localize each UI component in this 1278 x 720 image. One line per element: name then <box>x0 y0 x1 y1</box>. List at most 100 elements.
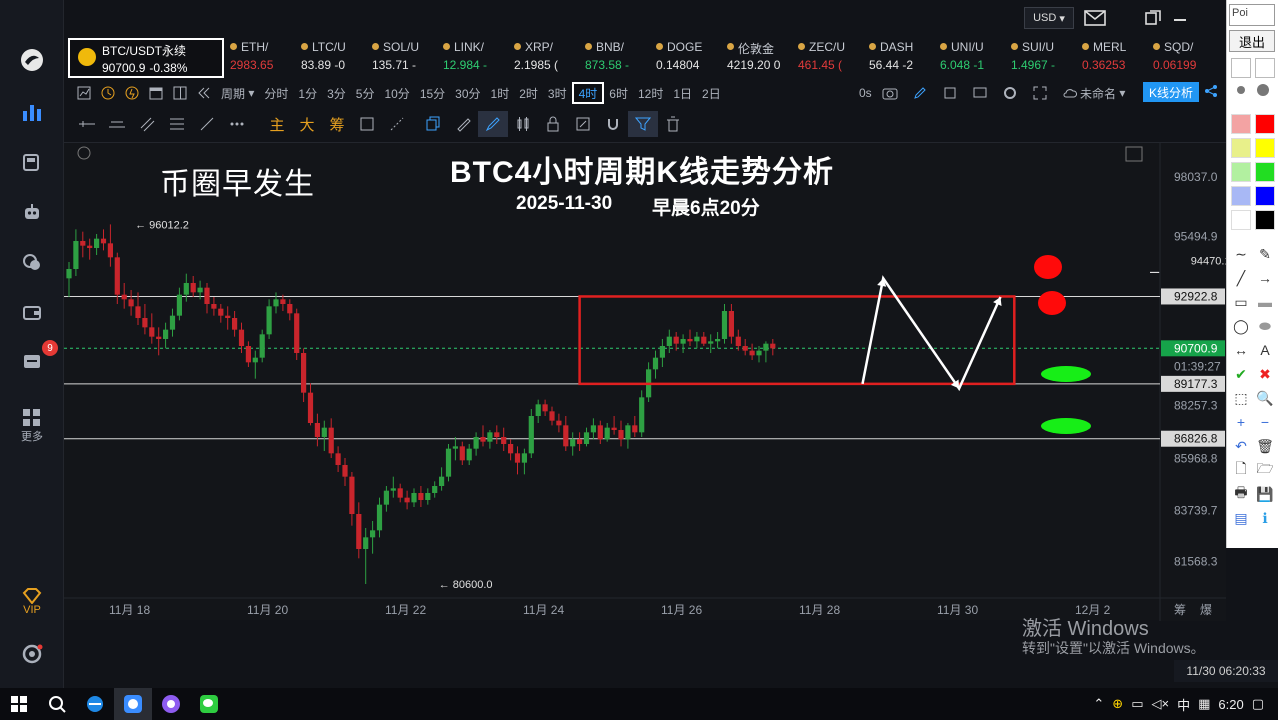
candle[interactable] <box>156 336 162 339</box>
tray-notify-icon[interactable]: ▢ <box>1252 696 1264 712</box>
candle[interactable] <box>411 493 417 503</box>
zero-s-label[interactable]: 0s <box>859 86 872 100</box>
period-tab[interactable]: 2时 <box>514 82 543 104</box>
timer-icon[interactable] <box>96 82 120 104</box>
robot-icon[interactable] <box>0 192 64 232</box>
restore-icon[interactable] <box>1144 10 1162 26</box>
color-swatch[interactable] <box>1231 114 1251 134</box>
more-tools-icon[interactable] <box>222 111 252 137</box>
rect-icon[interactable]: ▭ <box>1231 292 1251 312</box>
candle[interactable] <box>211 304 217 309</box>
browser-icon[interactable] <box>76 688 114 720</box>
candle[interactable] <box>232 318 238 330</box>
select-icon[interactable]: ⬚ <box>1231 388 1251 408</box>
maximize-icon[interactable] <box>1125 146 1143 162</box>
color-swatch[interactable] <box>1231 186 1251 206</box>
filled-rect-icon[interactable]: ▬ <box>1255 292 1275 312</box>
candle[interactable] <box>521 453 527 463</box>
indicator-main[interactable]: 主 <box>262 111 292 137</box>
period-tab[interactable]: 1时 <box>486 82 515 104</box>
period-tab[interactable]: 1分 <box>293 82 322 104</box>
print-icon[interactable]: 🖶 <box>1231 484 1251 504</box>
candle[interactable] <box>452 446 458 449</box>
parallel-channel-icon[interactable] <box>132 111 162 137</box>
currency-select[interactable]: USD ▾ <box>1024 7 1074 29</box>
candle[interactable] <box>770 343 776 349</box>
candle[interactable] <box>694 336 700 342</box>
candle[interactable] <box>183 283 189 295</box>
minus-icon[interactable]: − <box>1255 412 1275 432</box>
period-tab[interactable]: 5分 <box>351 82 380 104</box>
curve-icon[interactable]: ∼ <box>1231 244 1251 264</box>
brush-size-small[interactable] <box>1231 58 1251 78</box>
candle[interactable] <box>128 299 134 307</box>
ticker-item[interactable]: MERL 0.36253 <box>1082 40 1156 76</box>
candle[interactable] <box>604 427 610 440</box>
eraser-icon[interactable] <box>382 111 412 137</box>
candle[interactable] <box>370 530 376 538</box>
candle[interactable] <box>728 311 734 337</box>
candle[interactable] <box>163 329 169 339</box>
color-swatch[interactable] <box>1255 186 1275 206</box>
trash-icon[interactable]: 🗑 <box>1255 436 1275 456</box>
period-tab[interactable]: 15分 <box>415 82 450 104</box>
period-tab[interactable]: 1日 <box>668 82 697 104</box>
candle[interactable] <box>383 490 389 505</box>
candle[interactable] <box>432 486 438 493</box>
candle[interactable] <box>169 315 176 330</box>
candle[interactable] <box>94 238 100 248</box>
chat-app-icon[interactable] <box>152 688 190 720</box>
tray-clock[interactable]: 6:20 <box>1218 697 1243 712</box>
candle[interactable] <box>149 327 155 337</box>
scale-option[interactable]: 爆 <box>1200 603 1212 617</box>
share-icon[interactable] <box>1204 84 1218 103</box>
period-tab[interactable]: 3时 <box>543 82 572 104</box>
open-icon[interactable]: 🗁 <box>1255 460 1275 480</box>
ellipse-icon[interactable]: ◯ <box>1231 316 1251 336</box>
zoom-icon[interactable]: 🔍 <box>1255 388 1275 408</box>
candle[interactable] <box>666 336 672 346</box>
candle[interactable] <box>542 404 548 412</box>
tray-ime-icon[interactable]: 中 <box>1177 695 1190 714</box>
candle[interactable] <box>556 420 562 426</box>
palette-exit-button[interactable]: 退出 <box>1229 30 1275 52</box>
edit-note-icon[interactable] <box>568 111 598 137</box>
candle[interactable] <box>287 304 293 314</box>
new-page-icon[interactable]: 🗋 <box>1231 460 1251 480</box>
candle[interactable] <box>135 306 141 318</box>
candle[interactable] <box>321 427 327 437</box>
candle[interactable] <box>680 339 686 344</box>
period-tab[interactable]: 3分 <box>322 82 351 104</box>
ticker-item[interactable]: DASH 56.44 -2 <box>869 40 943 76</box>
color-swatch[interactable] <box>1231 162 1251 182</box>
settings-gear-icon[interactable] <box>0 634 64 674</box>
candle[interactable] <box>190 283 196 293</box>
more-button[interactable]: 更多 <box>0 404 64 448</box>
ticker-item[interactable]: LINK/12.984 - <box>443 40 517 76</box>
color-swatch[interactable] <box>1255 162 1275 182</box>
candle[interactable] <box>687 339 693 342</box>
replay-icon[interactable] <box>938 82 962 104</box>
candle[interactable] <box>87 245 93 248</box>
candle[interactable] <box>204 287 210 304</box>
calendar-icon[interactable] <box>144 82 168 104</box>
candle[interactable] <box>590 425 596 433</box>
candle[interactable] <box>473 437 479 449</box>
candle[interactable] <box>328 427 334 454</box>
period-tab[interactable]: 12时 <box>633 82 668 104</box>
candle[interactable] <box>100 238 107 244</box>
candle[interactable] <box>597 425 603 440</box>
candle[interactable] <box>176 294 182 316</box>
scale-option[interactable]: 筹 <box>1174 603 1186 617</box>
fullscreen-icon[interactable] <box>1028 82 1052 104</box>
candle[interactable] <box>756 350 762 356</box>
candle[interactable] <box>425 493 431 500</box>
candle[interactable] <box>114 257 120 295</box>
candle[interactable] <box>390 488 396 491</box>
chart-type-icon[interactable] <box>72 82 96 104</box>
ticker-item[interactable]: SUI/U 1.4967 - <box>1011 40 1085 76</box>
candle[interactable] <box>701 336 707 344</box>
kline-analysis-button[interactable]: K线分析 <box>1143 82 1200 102</box>
candle[interactable] <box>363 537 369 549</box>
candle[interactable] <box>618 430 624 440</box>
